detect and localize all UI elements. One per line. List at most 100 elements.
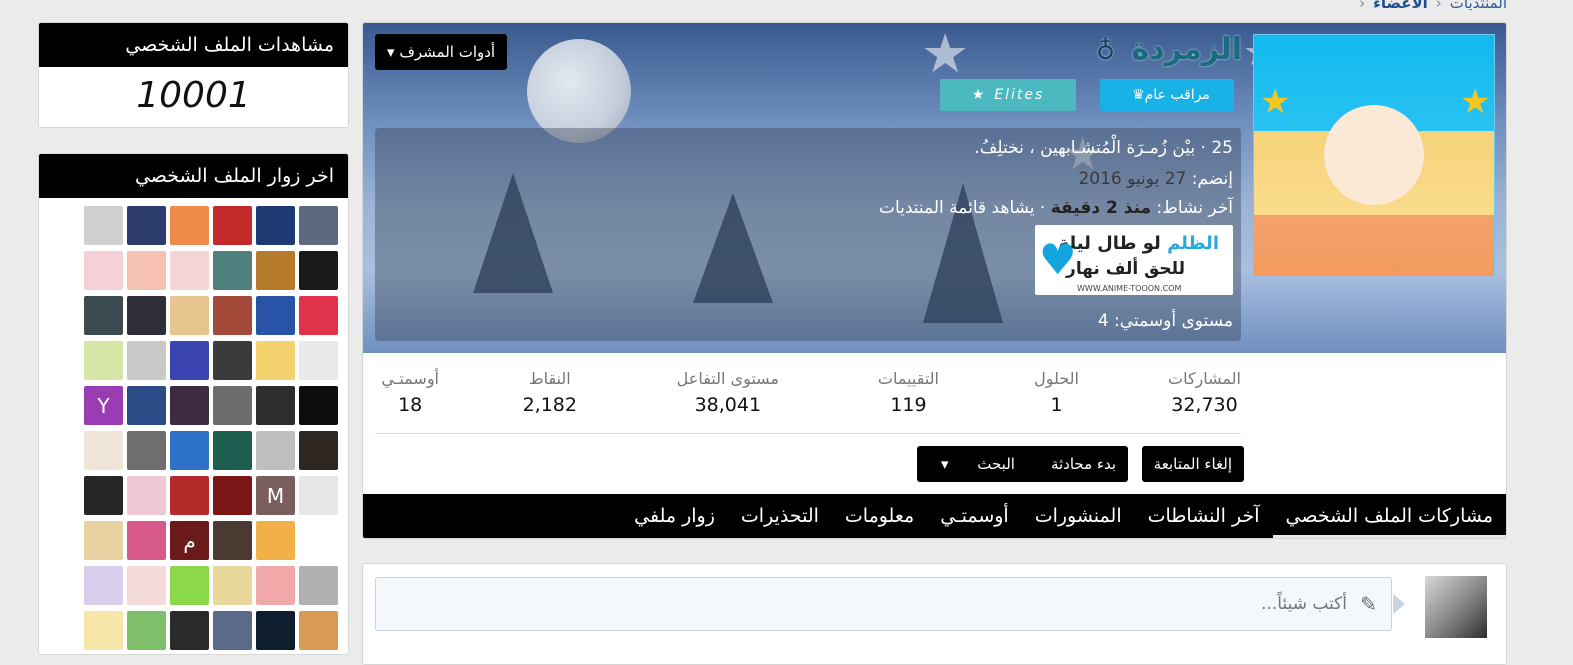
profile-avatar[interactable]: ★ ★ [1253, 34, 1495, 276]
visitor-avatar[interactable] [213, 341, 252, 380]
visitor-avatar[interactable] [127, 476, 166, 515]
visitor-avatar[interactable] [127, 206, 166, 245]
visitor-avatar[interactable] [170, 386, 209, 425]
visitor-avatar[interactable] [299, 251, 338, 290]
visitor-avatar[interactable] [256, 431, 295, 470]
visitor-avatar[interactable] [127, 296, 166, 335]
visitor-avatar[interactable] [299, 431, 338, 470]
profile-post-composer: ✎ أكتب شيئاً... [362, 563, 1507, 665]
tab-latest-activity[interactable]: آخر النشاطات [1135, 494, 1273, 538]
visitor-avatar[interactable] [213, 611, 252, 650]
visitor-avatar[interactable] [213, 476, 252, 515]
tab-profile-posts[interactable]: مشاركات الملف الشخصي [1272, 494, 1507, 538]
start-conversation-button[interactable]: بدء محادثة [1039, 446, 1128, 482]
visitor-avatar[interactable] [84, 206, 123, 245]
visitor-avatar[interactable] [84, 296, 123, 335]
visitor-avatar-letter: M [266, 483, 285, 508]
tab-about[interactable]: معلومات [832, 494, 927, 538]
visitor-avatar[interactable] [127, 431, 166, 470]
stat-solutions[interactable]: الحلول 1 [1034, 369, 1079, 416]
visitor-avatar[interactable] [213, 296, 252, 335]
visitor-avatar[interactable] [256, 206, 295, 245]
stat-badges[interactable]: أوسمتـي 18 [381, 369, 439, 416]
visitor-avatar[interactable] [213, 251, 252, 290]
username: الزمردة ♁ [1096, 32, 1242, 67]
visitor-avatar[interactable] [299, 206, 338, 245]
composer-arrow [1393, 594, 1405, 614]
visitor-avatar[interactable] [256, 251, 295, 290]
tab-my-badges[interactable]: أوسمتـي [927, 494, 1022, 538]
visitor-avatar[interactable] [213, 521, 252, 560]
breadcrumb-separator-icon: ‹ [1435, 0, 1442, 12]
visitor-avatar[interactable] [127, 341, 166, 380]
visitor-avatar[interactable] [299, 521, 338, 560]
visitor-avatar-letter: Y [97, 393, 110, 418]
visitor-avatar[interactable] [170, 611, 209, 650]
search-button[interactable]: البحث ▾ [917, 446, 1039, 482]
visitor-avatar[interactable] [84, 341, 123, 380]
visitor-avatar[interactable] [299, 341, 338, 380]
visitor-avatar[interactable] [127, 611, 166, 650]
visitor-avatar[interactable] [256, 521, 295, 560]
tab-warnings[interactable]: التحذيرات [728, 494, 832, 538]
visitor-avatar[interactable] [170, 566, 209, 605]
visitor-avatar[interactable] [213, 206, 252, 245]
profile-post-placeholder: أكتب شيئاً... [1261, 594, 1347, 614]
visitor-avatar[interactable] [170, 251, 209, 290]
visitor-avatar[interactable] [299, 476, 338, 515]
current-user-avatar[interactable] [1425, 576, 1487, 638]
visitor-avatar[interactable] [84, 251, 123, 290]
visitor-avatar[interactable] [170, 206, 209, 245]
visitor-avatar[interactable] [127, 521, 166, 560]
visitor-avatar[interactable] [84, 566, 123, 605]
tab-postings[interactable]: المنشورات [1022, 494, 1135, 538]
visitor-avatar[interactable] [256, 611, 295, 650]
visitor-avatar[interactable] [299, 611, 338, 650]
visitor-avatar[interactable]: م [170, 521, 209, 560]
visitor-avatar[interactable] [170, 476, 209, 515]
tab-profile-visitors[interactable]: زوار ملفي [621, 494, 728, 538]
unfollow-button[interactable]: إلغاء المتابعة [1141, 446, 1244, 482]
star-icon: ★ [971, 87, 987, 103]
stat-value: 38,041 [694, 394, 762, 416]
visitor-avatar[interactable] [170, 341, 209, 380]
joined-line: إنضم: 27 يونيو 2016 [1078, 169, 1233, 189]
visitor-avatar[interactable] [256, 386, 295, 425]
stat-reactions[interactable]: التقييمات 119 [878, 369, 939, 416]
elites-badge-label: Elites [994, 87, 1045, 103]
star-icon: ★ [1460, 82, 1491, 122]
visitor-avatar[interactable] [256, 566, 295, 605]
visitor-avatar[interactable] [127, 566, 166, 605]
last-activity-time: منذ 2 دقيقة [1050, 198, 1152, 218]
visitor-avatar[interactable] [213, 566, 252, 605]
profile-post-input[interactable]: ✎ أكتب شيئاً... [375, 577, 1392, 631]
visitor-avatar[interactable]: Y [84, 386, 123, 425]
stat-posts[interactable]: المشاركات 32,730 [1168, 369, 1241, 416]
last-activity-detail: · يشاهد قائمة المنتديات [878, 198, 1046, 218]
visitor-avatar[interactable] [299, 566, 338, 605]
visitor-avatar[interactable] [256, 341, 295, 380]
visitor-avatar[interactable] [84, 611, 123, 650]
visitor-avatar[interactable] [299, 296, 338, 335]
visitor-avatar[interactable] [84, 521, 123, 560]
stat-engagement[interactable]: مستوى التفاعل 38,041 [677, 369, 779, 416]
stat-label: الحلول [1034, 369, 1079, 388]
profile-info-panel: 25 · بيْن زُمـرَة الْمُتشـابهين ، نختلِف… [375, 128, 1241, 341]
visitor-avatar[interactable] [213, 386, 252, 425]
visitor-avatar[interactable] [256, 296, 295, 335]
breadcrumb-members[interactable]: الأعضاء [1373, 0, 1428, 12]
visitors-grid: Y M م [80, 206, 338, 650]
stat-points[interactable]: النقاط 2,182 [523, 369, 577, 416]
visitor-avatar[interactable] [84, 431, 123, 470]
visitor-avatar[interactable] [299, 386, 338, 425]
visitor-avatar[interactable] [170, 431, 209, 470]
visitor-avatar[interactable] [213, 431, 252, 470]
visitor-avatar[interactable] [84, 476, 123, 515]
visitor-avatar[interactable] [127, 251, 166, 290]
breadcrumb-forums[interactable]: المنتديات [1450, 0, 1507, 12]
visitor-avatar[interactable] [127, 386, 166, 425]
visitor-avatar[interactable] [170, 296, 209, 335]
stat-value: 18 [398, 394, 423, 416]
moderator-tools-button[interactable]: أدوات المشرف ▾ [375, 34, 508, 70]
visitor-avatar[interactable]: M [256, 476, 295, 515]
